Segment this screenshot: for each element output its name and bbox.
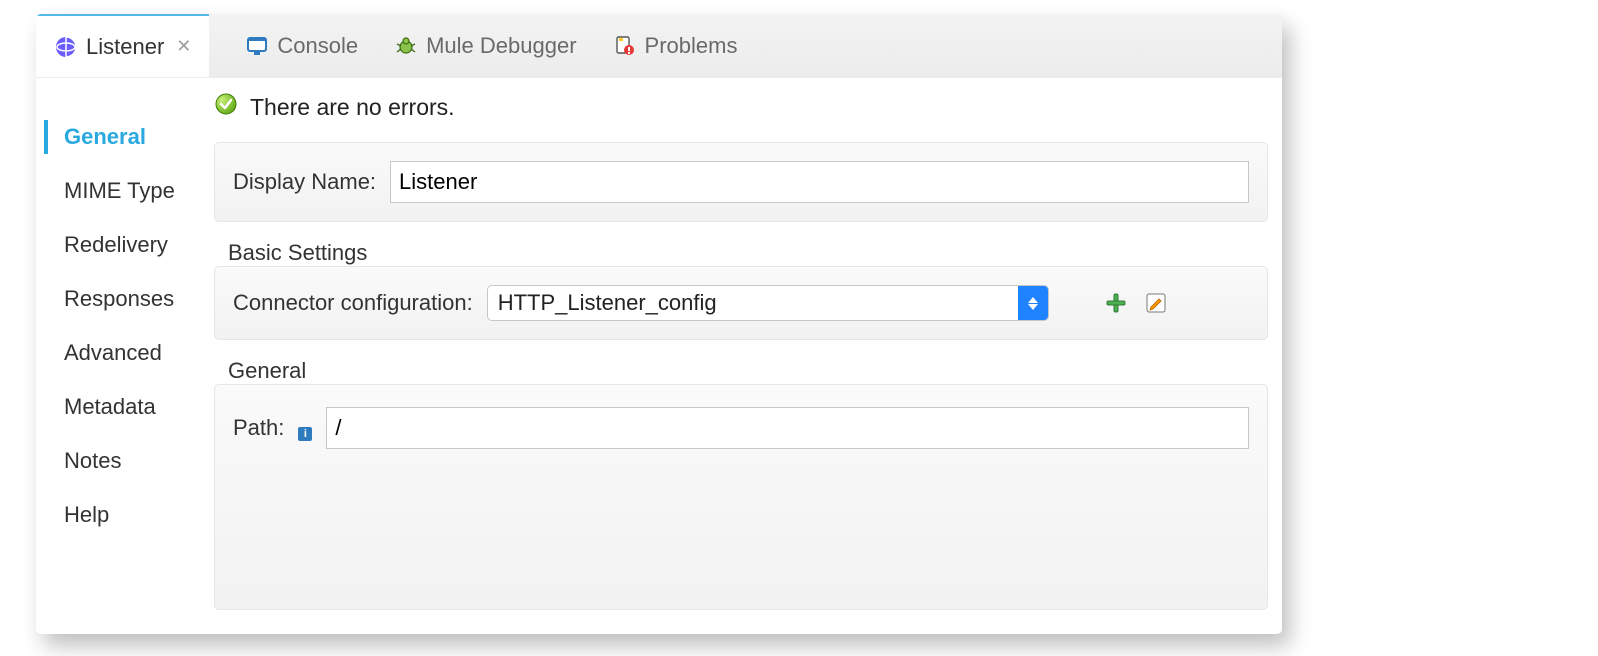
app-window: Listener ✕ Console [36, 14, 1282, 634]
tab-mule-debugger[interactable]: Mule Debugger [376, 14, 594, 78]
sidebar-item-general[interactable]: General [36, 110, 200, 164]
console-icon [245, 34, 269, 58]
sidebar-item-label: Metadata [64, 394, 156, 419]
tabstrip: Listener ✕ Console [36, 14, 1282, 78]
add-config-button[interactable] [1103, 290, 1129, 316]
status-message: There are no errors. [250, 94, 455, 121]
listener-icon [54, 35, 78, 59]
panel-body: General MIME Type Redelivery Responses A… [36, 78, 1282, 634]
status-bar: There are no errors. [200, 78, 1282, 138]
info-icon: i [298, 427, 312, 441]
sidebar-item-advanced[interactable]: Advanced [36, 326, 200, 380]
sidebar-item-notes[interactable]: Notes [36, 434, 200, 488]
tab-problems[interactable]: Problems [595, 14, 756, 78]
tab-console[interactable]: Console [227, 14, 376, 78]
plus-icon [1105, 292, 1127, 314]
tab-console-label: Console [277, 33, 358, 59]
basic-settings-group: Connector configuration: HTTP_Listener_c… [214, 266, 1268, 340]
sidebar-item-mime-type[interactable]: MIME Type [36, 164, 200, 218]
tab-listener[interactable]: Listener ✕ [36, 14, 209, 77]
connector-config-label: Connector configuration: [233, 290, 473, 316]
path-input[interactable] [326, 407, 1249, 449]
edit-config-button[interactable] [1143, 290, 1169, 316]
sidebar-item-label: Advanced [64, 340, 162, 365]
chevron-up-down-icon [1018, 286, 1048, 320]
path-label: Path: [233, 415, 284, 441]
close-icon[interactable]: ✕ [176, 36, 191, 57]
sidebar-item-redelivery[interactable]: Redelivery [36, 218, 200, 272]
sidebar-item-label: General [64, 124, 146, 149]
connector-config-select[interactable]: HTTP_Listener_config [487, 285, 1049, 321]
main-content: There are no errors. Display Name: Basic… [200, 78, 1282, 634]
display-name-input[interactable] [390, 161, 1249, 203]
tab-listener-label: Listener [86, 34, 164, 60]
problems-icon [613, 34, 637, 58]
basic-settings-legend: Basic Settings [228, 240, 1282, 266]
sidebar-item-label: Notes [64, 448, 121, 473]
tab-problems-label: Problems [645, 33, 738, 59]
connector-config-value: HTTP_Listener_config [488, 290, 1018, 316]
check-circle-icon [214, 92, 238, 122]
general-section: Path: i [214, 384, 1268, 610]
display-name-group: Display Name: [214, 142, 1268, 222]
tab-mule-debugger-label: Mule Debugger [426, 33, 576, 59]
bug-icon [394, 34, 418, 58]
edit-icon [1145, 292, 1167, 314]
sidebar: General MIME Type Redelivery Responses A… [36, 78, 200, 634]
sidebar-item-help[interactable]: Help [36, 488, 200, 542]
general-section-legend: General [228, 358, 1282, 384]
display-name-label: Display Name: [233, 169, 376, 195]
sidebar-item-label: MIME Type [64, 178, 175, 203]
sidebar-item-label: Help [64, 502, 109, 527]
sidebar-item-label: Responses [64, 286, 174, 311]
sidebar-item-label: Redelivery [64, 232, 168, 257]
sidebar-item-metadata[interactable]: Metadata [36, 380, 200, 434]
sidebar-item-responses[interactable]: Responses [36, 272, 200, 326]
